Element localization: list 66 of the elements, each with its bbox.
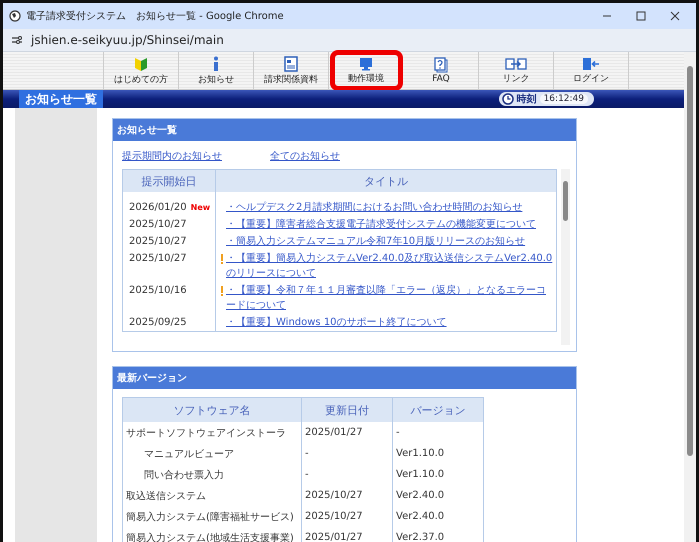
notice-link[interactable]: ・【重要】障害者総合支援電子請求受付システムの機能変更について bbox=[226, 217, 536, 232]
notice-date: 2025/10/27 bbox=[129, 236, 187, 247]
window-title: 電子請求受付システム お知らせ一覧 - Google Chrome bbox=[26, 10, 284, 23]
panel-title: お知らせ一覧 bbox=[113, 119, 576, 141]
update-date: - bbox=[305, 469, 309, 480]
update-date: 2025/10/27 bbox=[305, 490, 363, 501]
toolbar-button[interactable]: リンク bbox=[479, 52, 554, 89]
monitor-icon bbox=[359, 56, 373, 70]
clock-icon bbox=[502, 93, 514, 105]
column-header: バージョン bbox=[392, 398, 484, 422]
page-title: お知らせ一覧 bbox=[19, 90, 103, 108]
door-arrow-icon bbox=[582, 56, 600, 70]
close-icon[interactable] bbox=[670, 11, 680, 21]
notice-date: 2025/09/25 bbox=[129, 317, 187, 328]
toolbar-button[interactable]: ログイン bbox=[554, 52, 629, 89]
version-text: Ver2.40.0 bbox=[396, 511, 444, 522]
new-label: New bbox=[190, 203, 210, 212]
toolbar-button[interactable]: はじめての方 bbox=[104, 52, 179, 89]
software-name: マニュアルビューア bbox=[143, 448, 234, 460]
update-date: - bbox=[305, 448, 309, 459]
panel-title: 最新バージョン bbox=[113, 367, 576, 389]
update-date: 2025/01/27 bbox=[305, 427, 363, 438]
notice-date: 2025/10/27 bbox=[129, 219, 187, 230]
version-text: Ver1.10.0 bbox=[396, 469, 444, 480]
toolbar-button[interactable]: 請求関係資料 bbox=[254, 52, 329, 89]
scrollbar[interactable] bbox=[561, 169, 570, 345]
maximize-icon[interactable] bbox=[636, 11, 646, 21]
notice-link[interactable]: ・ヘルプデスク2月請求期間におけるお問い合わせ時間のお知らせ bbox=[226, 200, 522, 215]
notice-date: 2025/10/27 bbox=[129, 253, 187, 264]
column-header: 提示開始日 bbox=[122, 170, 216, 192]
filter-link[interactable]: 提示期間内のお知らせ bbox=[122, 149, 222, 163]
column-header: タイトル bbox=[216, 170, 556, 192]
toolbar-button[interactable]: 動作環境 bbox=[332, 52, 401, 89]
update-date: 2025/01/27 bbox=[305, 532, 363, 542]
version-text: Ver1.10.0 bbox=[396, 448, 444, 459]
notice-date: 2026/01/20 bbox=[129, 202, 187, 213]
leaf-icon bbox=[134, 56, 148, 72]
toolbar-button[interactable]: FAQ bbox=[404, 52, 479, 89]
linked-windows-icon bbox=[505, 56, 527, 70]
clock-label: 時刻 bbox=[516, 92, 537, 106]
software-name: 簡易入力システム(地域生活支援事業) bbox=[126, 532, 294, 542]
document-icon bbox=[284, 56, 298, 72]
version-text: Ver2.40.0 bbox=[396, 490, 444, 501]
toolbar-button[interactable]: お知らせ bbox=[179, 52, 254, 89]
site-settings-icon[interactable] bbox=[11, 35, 23, 45]
update-date: 2025/10/27 bbox=[305, 511, 363, 522]
notice-link[interactable]: ・簡易入力システムマニュアル令和7年10月版リリースのお知らせ bbox=[226, 234, 526, 249]
software-name: 簡易入力システム(障害福祉サービス) bbox=[126, 510, 294, 524]
filter-link[interactable]: 全てのお知らせ bbox=[270, 149, 340, 163]
software-name: サポートソフトウェアインストーラ bbox=[126, 426, 286, 440]
clock-time: 16:12:49 bbox=[540, 94, 588, 104]
notice-link[interactable]: ・【重要】簡易入力システムVer2.40.0及び取込送信システムVer2.40.0のリリースについて bbox=[226, 251, 553, 281]
software-name: 問い合わせ票入力 bbox=[143, 468, 224, 482]
software-name: 取込送信システム bbox=[126, 490, 206, 502]
version-text: - bbox=[396, 427, 400, 438]
column-header: ソフトウェア名 bbox=[122, 398, 302, 422]
notice-date: 2025/10/16 bbox=[129, 285, 187, 296]
url-text[interactable]: jshien.e-seikyuu.jp/Shinsei/main bbox=[31, 33, 224, 47]
page-scrollbar[interactable] bbox=[684, 52, 696, 542]
question-document-icon bbox=[434, 57, 448, 73]
globe-icon bbox=[9, 10, 21, 22]
info-icon bbox=[211, 56, 221, 72]
notice-link[interactable]: ・【重要】令和７年１１月審査以降「エラー（返戻）」となるエラーコードについて bbox=[226, 283, 553, 313]
notice-link[interactable]: ・【重要】Windows 10のサポート終了について bbox=[226, 315, 447, 330]
column-header: 更新日付 bbox=[302, 398, 392, 422]
version-text: Ver2.37.0 bbox=[396, 532, 444, 542]
